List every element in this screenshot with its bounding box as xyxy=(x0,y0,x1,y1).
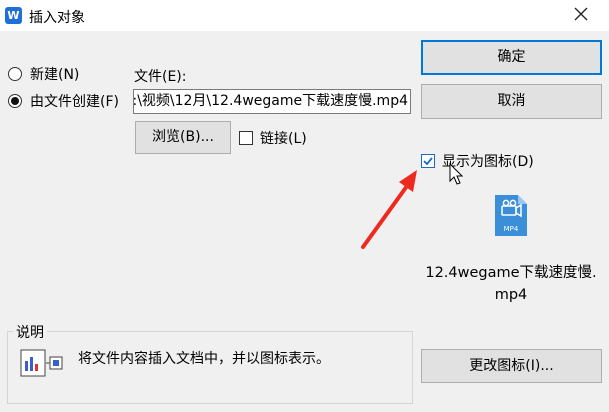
file-label: 文件(E): xyxy=(134,69,187,85)
mouse-cursor-icon xyxy=(449,163,464,185)
new-radio-label[interactable]: 新建(N) xyxy=(30,64,79,84)
change-icon-button[interactable]: 更改图标(I)... xyxy=(421,349,602,383)
new-radio[interactable] xyxy=(8,67,22,81)
description-title: 说明 xyxy=(13,322,47,342)
wps-app-icon: W xyxy=(5,7,22,24)
link-checkbox[interactable] xyxy=(239,131,253,145)
close-icon xyxy=(574,7,588,21)
insert-object-icon xyxy=(20,349,63,377)
file-path-value: E:\视频\12月\12.4wegame下载速度慢.mp4 xyxy=(133,93,408,109)
link-checkbox-label[interactable]: 链接(L) xyxy=(260,128,307,148)
mp4-badge: MP4 xyxy=(504,225,519,233)
mp4-file-icon: MP4 xyxy=(495,195,527,236)
title-bar: W 插入对象 xyxy=(0,0,609,31)
file-path-input[interactable]: E:\视频\12月\12.4wegame下载速度慢.mp4 xyxy=(133,89,411,114)
annotation-arrow-icon xyxy=(361,170,417,249)
icon-caption-line-1: 12.4wegame下载速度慢. xyxy=(425,265,597,281)
cancel-button[interactable]: 取消 xyxy=(421,84,602,119)
icon-caption-line-2: mp4 xyxy=(494,287,528,303)
icon-caption: 12.4wegame下载速度慢. mp4 xyxy=(420,262,602,306)
from-file-radio-label[interactable]: 由文件创建(F) xyxy=(30,91,119,111)
from-file-radio[interactable] xyxy=(8,94,22,108)
window-title: 插入对象 xyxy=(29,10,85,26)
browse-button[interactable]: 浏览(B)... xyxy=(135,121,231,154)
close-button[interactable] xyxy=(571,4,591,24)
ok-button[interactable]: 确定 xyxy=(421,40,602,75)
description-text: 将文件内容插入文档中，并以图标表示。 xyxy=(78,351,330,367)
